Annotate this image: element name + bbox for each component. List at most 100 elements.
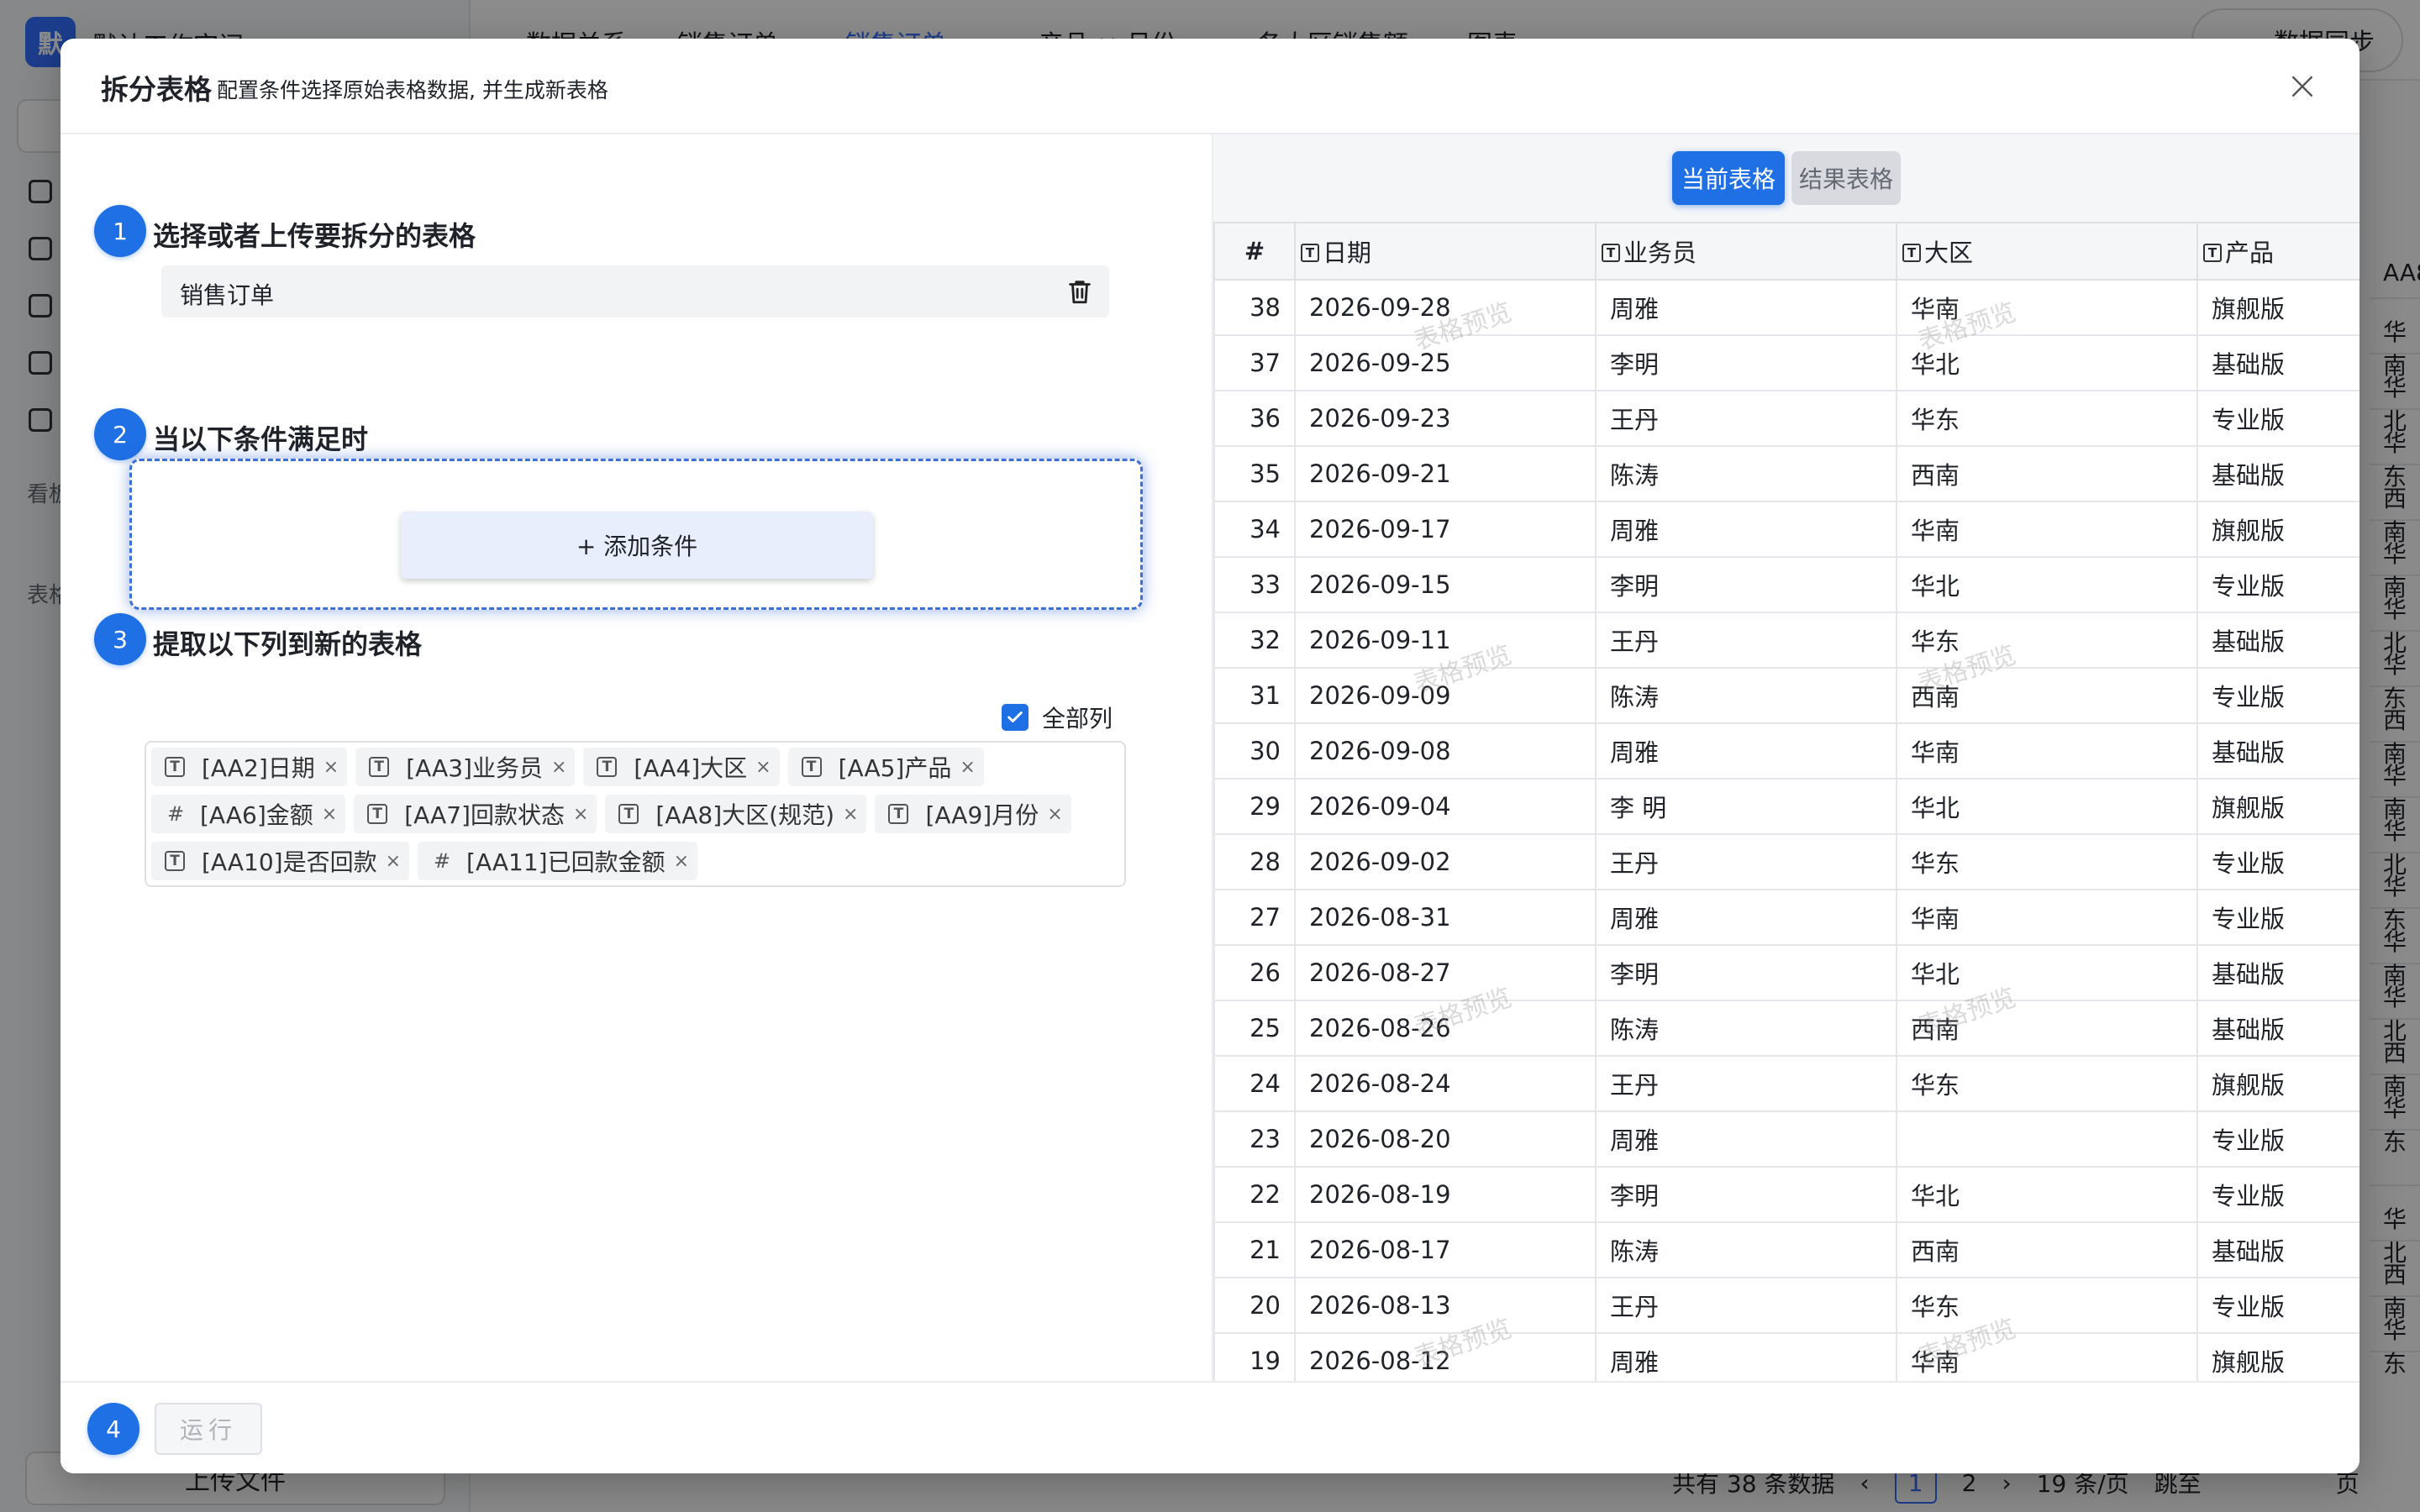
cell-salesperson: 王丹 — [1595, 1277, 1897, 1334]
table-row[interactable]: 30 2026-09-08 周雅 华南 基础版 — [1213, 722, 2360, 780]
number-field-icon: # — [166, 802, 185, 826]
table-row[interactable]: 29 2026-09-04 李 明华北 旗舰版 — [1213, 778, 2360, 835]
cell-product: 基础版 — [2196, 612, 2360, 669]
add-condition-button[interactable]: + 添加条件 — [401, 512, 873, 579]
column-tag[interactable]: T [AA5]产品 × — [787, 748, 984, 786]
remove-tag-icon[interactable]: × — [755, 757, 771, 778]
cell-date: 2026-09-28 — [1294, 279, 1597, 336]
column-tag[interactable]: T [AA2]日期 × — [151, 748, 348, 786]
table-row[interactable]: 36 2026-09-23 王丹 华东 专业版 — [1213, 390, 2360, 447]
table-row[interactable]: 37 2026-09-25 李明 华北 基础版 — [1213, 334, 2360, 391]
row-index: 25 — [1213, 1000, 1296, 1057]
column-tag[interactable]: T [AA10]是否回款 × — [151, 842, 410, 880]
remove-tag-icon[interactable]: × — [960, 757, 975, 778]
text-field-icon: T — [367, 804, 388, 824]
table-row[interactable]: 34 2026-09-17 周雅 华南 旗舰版 — [1213, 501, 2360, 558]
text-field-icon: T — [597, 757, 618, 777]
col-header-label: 日期 — [1323, 239, 1372, 267]
step-badge-3: 3 — [94, 613, 146, 665]
row-index: 20 — [1213, 1277, 1296, 1334]
cell-product: 专业版 — [2196, 889, 2360, 946]
preview-view-toggle: 当前表格 结果表格 — [1213, 134, 2360, 222]
table-row[interactable]: 32 2026-09-11 王丹 华东 基础版 — [1213, 612, 2360, 669]
cell-product: 专业版 — [2196, 1110, 2360, 1168]
cell-salesperson: 李明 — [1595, 556, 1897, 613]
modal-footer: 4 运行 — [60, 1381, 2360, 1473]
table-row[interactable]: 22 2026-08-19 李明 华北 专业版 — [1213, 1166, 2360, 1223]
column-tags-box[interactable]: T [AA2]日期 × T [AA3]业务员 × T [AA4]大区 × T [AA5]产品 × # [A… — [145, 741, 1126, 887]
table-row[interactable]: 21 2026-08-17 陈涛 西南 基础版 — [1213, 1221, 2360, 1278]
remove-tag-icon[interactable]: × — [1047, 804, 1062, 825]
all-columns-checkbox[interactable] — [1002, 704, 1028, 731]
text-field-icon: T — [1602, 244, 1620, 262]
col-header-date[interactable]: T 日期 — [1294, 222, 1597, 281]
remove-tag-icon[interactable]: × — [674, 851, 689, 872]
cell-product: 旗舰版 — [2196, 1332, 2360, 1381]
column-tag[interactable]: T [AA8]大区(规范) × — [605, 795, 867, 833]
column-tag[interactable]: # [AA6]金额 × — [151, 795, 346, 833]
column-tag[interactable]: # [AA11]已回款金额 × — [418, 842, 698, 880]
column-tag[interactable]: T [AA9]月份 × — [875, 795, 1071, 833]
col-header-product[interactable]: T 产品 — [2196, 222, 2360, 281]
remove-tag-icon[interactable]: × — [843, 804, 858, 825]
remove-tag-icon[interactable]: × — [573, 804, 588, 825]
cell-region: 华东 — [1896, 1277, 2198, 1334]
cell-date: 2026-09-21 — [1294, 445, 1597, 502]
remove-tag-icon[interactable]: × — [551, 757, 566, 778]
table-row[interactable]: 35 2026-09-21 陈涛 西南 基础版 — [1213, 445, 2360, 502]
condition-dropzone[interactable]: + 添加条件 — [129, 459, 1143, 610]
remove-tag-icon[interactable]: × — [322, 804, 337, 825]
preview-table: # T 日期 T 业务员 T 大区 T 产品 38 2026-09-28 周雅 华南 旗舰版 37… — [1213, 222, 2360, 1381]
cell-region — [1896, 1110, 2198, 1168]
cell-salesperson: 王丹 — [1595, 390, 1897, 447]
cell-salesperson: 周雅 — [1595, 501, 1897, 558]
table-row[interactable]: 38 2026-09-28 周雅 华南 旗舰版 — [1213, 279, 2360, 336]
cell-date: 2026-09-17 — [1294, 501, 1597, 558]
cell-date: 2026-09-23 — [1294, 390, 1597, 447]
table-row[interactable]: 24 2026-08-24 王丹 华东 旗舰版 — [1213, 1055, 2360, 1112]
cell-salesperson: 陈涛 — [1595, 1000, 1897, 1057]
table-row[interactable]: 26 2026-08-27 李明 华北 基础版 — [1213, 944, 2360, 1001]
column-tag[interactable]: T [AA4]大区 × — [583, 748, 780, 786]
table-row[interactable]: 27 2026-08-31 周雅 华南 专业版 — [1213, 889, 2360, 946]
cell-region: 华南 — [1896, 889, 2198, 946]
config-panel: 1 选择或者上传要拆分的表格 销售订单 2 当以下条件满足时 + 添加条件 3 … — [60, 134, 1212, 1381]
modal-subtitle: 配置条件选择原始表格数据, 并生成新表格 — [217, 78, 608, 102]
row-index: 38 — [1213, 279, 1296, 336]
cell-date: 2026-08-17 — [1294, 1221, 1597, 1278]
selected-table-field[interactable]: 销售订单 — [161, 265, 1109, 318]
text-field-icon: T — [165, 851, 185, 871]
run-button[interactable]: 运行 — [155, 1403, 262, 1455]
tab-result-table[interactable]: 结果表格 — [1791, 151, 1901, 205]
column-tag[interactable]: T [AA3]业务员 × — [355, 748, 576, 786]
all-columns-toggle[interactable]: 全部列 — [1002, 701, 1113, 734]
cell-date: 2026-08-13 — [1294, 1277, 1597, 1334]
tab-current-table[interactable]: 当前表格 — [1672, 151, 1785, 205]
col-header-region[interactable]: T 大区 — [1896, 222, 2198, 281]
column-tag[interactable]: T [AA7]回款状态 × — [354, 795, 597, 833]
cell-product: 基础版 — [2196, 944, 2360, 1001]
table-row[interactable]: 33 2026-09-15 李明 华北 专业版 — [1213, 556, 2360, 613]
col-header-salesperson[interactable]: T 业务员 — [1595, 222, 1897, 281]
close-icon[interactable]: × — [2279, 62, 2326, 109]
cell-date: 2026-09-08 — [1294, 722, 1597, 780]
trash-icon[interactable] — [1065, 277, 1094, 306]
table-row[interactable]: 23 2026-08-20 周雅 专业版 — [1213, 1110, 2360, 1168]
table-row[interactable]: 20 2026-08-13 王丹 华东 专业版 — [1213, 1277, 2360, 1334]
preview-panel: 当前表格 结果表格 # T 日期 T 业务员 T 大区 T 产品 38 2026-09-2 — [1212, 134, 2360, 1381]
cell-salesperson: 李明 — [1595, 334, 1897, 391]
table-row[interactable]: 28 2026-09-02 王丹 华东 专业版 — [1213, 833, 2360, 890]
table-row[interactable]: 31 2026-09-09 陈涛 西南 专业版 — [1213, 667, 2360, 724]
cell-salesperson: 陈涛 — [1595, 1221, 1897, 1278]
remove-tag-icon[interactable]: × — [386, 851, 401, 872]
step-badge-2: 2 — [94, 408, 146, 460]
remove-tag-icon[interactable]: × — [324, 757, 339, 778]
table-row[interactable]: 25 2026-08-26 陈涛 西南 基础版 — [1213, 1000, 2360, 1057]
table-row[interactable]: 19 2026-08-12 周雅 华南 旗舰版 — [1213, 1332, 2360, 1381]
col-header-index: # — [1213, 222, 1296, 281]
preview-table-scroll[interactable]: # T 日期 T 业务员 T 大区 T 产品 38 2026-09-28 周雅 华南 旗舰版 37… — [1213, 222, 2360, 1381]
cell-region: 华东 — [1896, 833, 2198, 890]
cell-product: 专业版 — [2196, 556, 2360, 613]
cell-product: 专业版 — [2196, 1166, 2360, 1223]
cell-product: 专业版 — [2196, 833, 2360, 890]
